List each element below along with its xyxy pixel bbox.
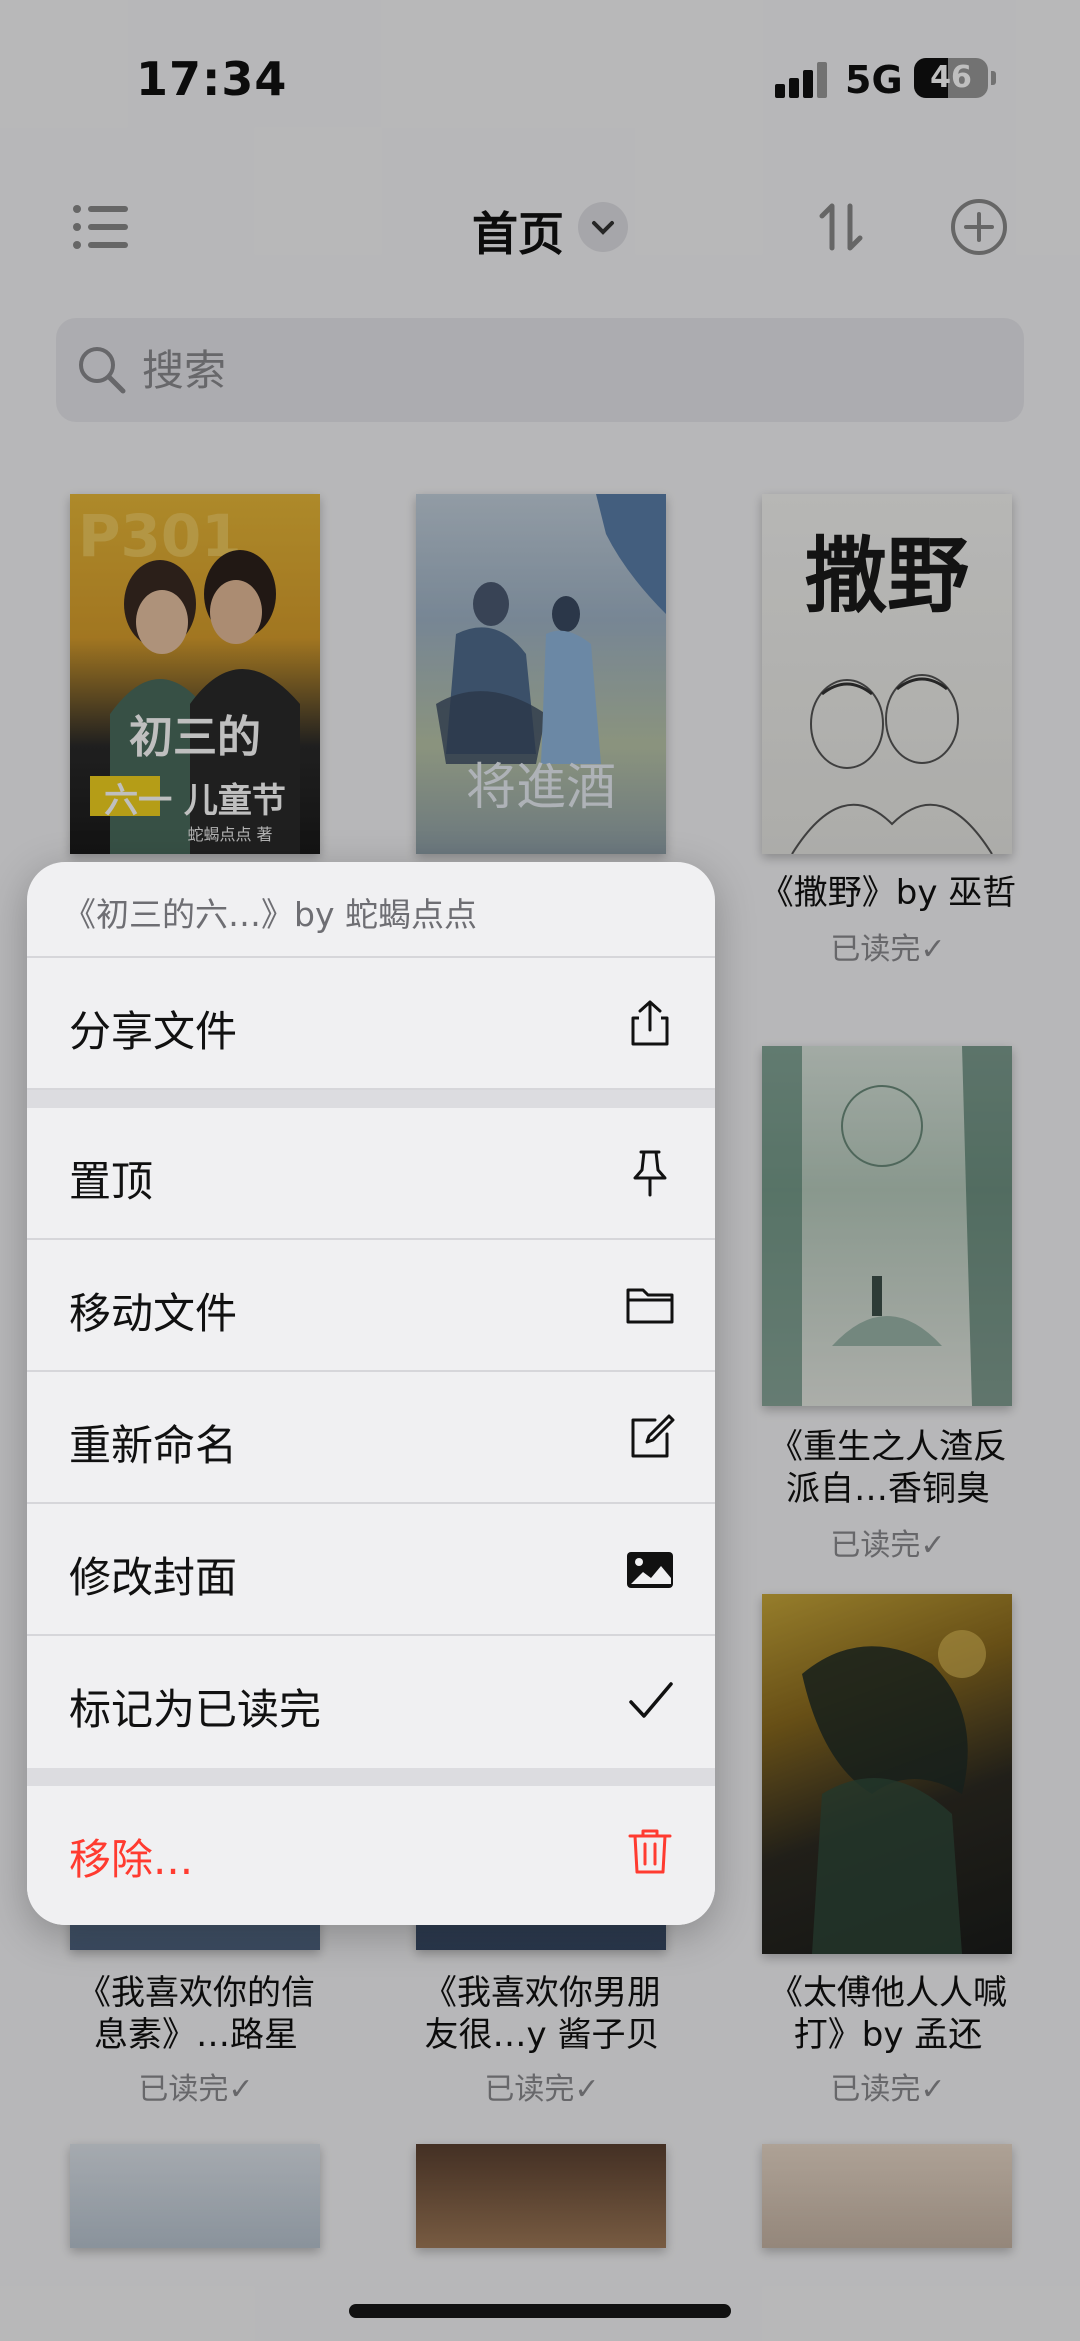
menu-item-label: 修改封面 [69, 1553, 238, 1602]
menu-item-label: 移除... [69, 1835, 194, 1884]
trash-icon [628, 1829, 672, 1874]
menu-item-label: 移动文件 [69, 1289, 238, 1338]
folder-icon [626, 1288, 674, 1324]
home-indicator[interactable] [349, 2304, 731, 2318]
context-menu-header: 《初三的六…》by 蛇蝎点点 [27, 862, 715, 958]
menu-separator [27, 1768, 715, 1786]
menu-item-rename[interactable]: 重新命名 [27, 1372, 715, 1504]
menu-item-label: 重新命名 [69, 1421, 238, 1470]
menu-item-label: 标记为已读完 [69, 1685, 322, 1734]
photo-icon [627, 1552, 673, 1588]
context-menu-title: 《初三的六…》by 蛇蝎点点 [63, 895, 477, 934]
pin-icon [633, 1150, 667, 1197]
menu-item-edit-cover[interactable]: 修改封面 [27, 1504, 715, 1636]
menu-item-share[interactable]: 分享文件 [27, 958, 715, 1090]
share-icon [631, 1000, 669, 1046]
menu-item-move[interactable]: 移动文件 [27, 1240, 715, 1372]
context-menu: 《初三的六…》by 蛇蝎点点 分享文件 置顶 移动文件 重新命名 修改封面 标记… [27, 862, 715, 1925]
menu-item-pin[interactable]: 置顶 [27, 1108, 715, 1240]
edit-icon [631, 1414, 675, 1458]
menu-separator [27, 1090, 715, 1108]
menu-item-label: 分享文件 [69, 1007, 238, 1056]
checkmark-icon [629, 1682, 673, 1718]
menu-item-remove[interactable]: 移除... [27, 1786, 715, 1925]
menu-item-mark-read[interactable]: 标记为已读完 [27, 1636, 715, 1768]
menu-item-label: 置顶 [69, 1157, 154, 1206]
